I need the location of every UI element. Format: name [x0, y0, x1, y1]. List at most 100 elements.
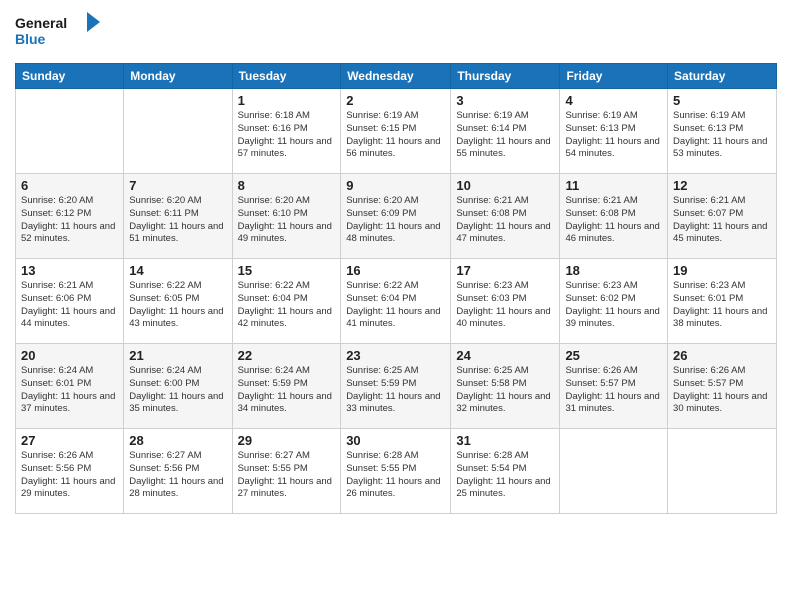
svg-text:Blue: Blue — [15, 31, 46, 47]
day-info: Sunrise: 6:25 AM Sunset: 5:58 PM Dayligh… — [456, 365, 554, 416]
day-number: 20 — [21, 348, 118, 363]
weekday-header: Tuesday — [232, 64, 341, 89]
day-info: Sunrise: 6:24 AM Sunset: 6:01 PM Dayligh… — [21, 365, 118, 416]
day-info: Sunrise: 6:22 AM Sunset: 6:04 PM Dayligh… — [238, 280, 336, 331]
day-number: 14 — [129, 263, 226, 278]
calendar-cell: 21 Sunrise: 6:24 AM Sunset: 6:00 PM Dayli… — [124, 344, 232, 429]
calendar-cell: 2 Sunrise: 6:19 AM Sunset: 6:15 PM Daylig… — [341, 89, 451, 174]
calendar-cell: 3 Sunrise: 6:19 AM Sunset: 6:14 PM Daylig… — [451, 89, 560, 174]
day-number: 13 — [21, 263, 118, 278]
day-info: Sunrise: 6:27 AM Sunset: 5:56 PM Dayligh… — [129, 450, 226, 501]
day-number: 30 — [346, 433, 445, 448]
calendar-week-row: 13 Sunrise: 6:21 AM Sunset: 6:06 PM Dayli… — [16, 259, 777, 344]
weekday-header: Saturday — [668, 64, 777, 89]
day-info: Sunrise: 6:26 AM Sunset: 5:56 PM Dayligh… — [21, 450, 118, 501]
calendar-cell: 22 Sunrise: 6:24 AM Sunset: 5:59 PM Dayli… — [232, 344, 341, 429]
calendar-cell: 27 Sunrise: 6:26 AM Sunset: 5:56 PM Dayli… — [16, 429, 124, 514]
calendar-cell: 4 Sunrise: 6:19 AM Sunset: 6:13 PM Daylig… — [560, 89, 668, 174]
day-info: Sunrise: 6:22 AM Sunset: 6:04 PM Dayligh… — [346, 280, 445, 331]
day-number: 27 — [21, 433, 118, 448]
calendar-header-row: SundayMondayTuesdayWednesdayThursdayFrid… — [16, 64, 777, 89]
day-info: Sunrise: 6:18 AM Sunset: 6:16 PM Dayligh… — [238, 110, 336, 161]
day-info: Sunrise: 6:24 AM Sunset: 6:00 PM Dayligh… — [129, 365, 226, 416]
calendar-cell: 20 Sunrise: 6:24 AM Sunset: 6:01 PM Dayli… — [16, 344, 124, 429]
day-info: Sunrise: 6:20 AM Sunset: 6:09 PM Dayligh… — [346, 195, 445, 246]
calendar-cell: 23 Sunrise: 6:25 AM Sunset: 5:59 PM Dayli… — [341, 344, 451, 429]
day-number: 25 — [565, 348, 662, 363]
day-number: 10 — [456, 178, 554, 193]
day-info: Sunrise: 6:20 AM Sunset: 6:11 PM Dayligh… — [129, 195, 226, 246]
day-number: 23 — [346, 348, 445, 363]
day-info: Sunrise: 6:27 AM Sunset: 5:55 PM Dayligh… — [238, 450, 336, 501]
calendar-cell: 16 Sunrise: 6:22 AM Sunset: 6:04 PM Dayli… — [341, 259, 451, 344]
day-number: 26 — [673, 348, 771, 363]
day-info: Sunrise: 6:21 AM Sunset: 6:08 PM Dayligh… — [456, 195, 554, 246]
weekday-header: Wednesday — [341, 64, 451, 89]
day-number: 7 — [129, 178, 226, 193]
calendar-cell: 18 Sunrise: 6:23 AM Sunset: 6:02 PM Dayli… — [560, 259, 668, 344]
day-info: Sunrise: 6:21 AM Sunset: 6:06 PM Dayligh… — [21, 280, 118, 331]
calendar-cell: 28 Sunrise: 6:27 AM Sunset: 5:56 PM Dayli… — [124, 429, 232, 514]
day-info: Sunrise: 6:22 AM Sunset: 6:05 PM Dayligh… — [129, 280, 226, 331]
day-info: Sunrise: 6:20 AM Sunset: 6:10 PM Dayligh… — [238, 195, 336, 246]
calendar-cell: 31Sunrise: 6:28 AM Sunset: 5:54 PM Dayli… — [451, 429, 560, 514]
logo-area: General Blue — [15, 10, 105, 57]
day-info: Sunrise: 6:28 AM Sunset: 5:55 PM Dayligh… — [346, 450, 445, 501]
day-number: 9 — [346, 178, 445, 193]
calendar-cell: 12Sunrise: 6:21 AM Sunset: 6:07 PM Dayli… — [668, 174, 777, 259]
calendar-cell: 29 Sunrise: 6:27 AM Sunset: 5:55 PM Dayli… — [232, 429, 341, 514]
logo: General Blue — [15, 10, 105, 57]
calendar-cell: 1 Sunrise: 6:18 AM Sunset: 6:16 PM Daylig… — [232, 89, 341, 174]
day-number: 12 — [673, 178, 771, 193]
day-info: Sunrise: 6:26 AM Sunset: 5:57 PM Dayligh… — [565, 365, 662, 416]
day-number: 18 — [565, 263, 662, 278]
calendar-cell: 17Sunrise: 6:23 AM Sunset: 6:03 PM Dayli… — [451, 259, 560, 344]
day-number: 29 — [238, 433, 336, 448]
weekday-header: Monday — [124, 64, 232, 89]
calendar-cell: 5Sunrise: 6:19 AM Sunset: 6:13 PM Daylig… — [668, 89, 777, 174]
day-number: 31 — [456, 433, 554, 448]
day-number: 21 — [129, 348, 226, 363]
day-number: 28 — [129, 433, 226, 448]
day-number: 22 — [238, 348, 336, 363]
calendar-cell: 24Sunrise: 6:25 AM Sunset: 5:58 PM Dayli… — [451, 344, 560, 429]
day-info: Sunrise: 6:24 AM Sunset: 5:59 PM Dayligh… — [238, 365, 336, 416]
day-number: 11 — [565, 178, 662, 193]
calendar-cell: 7 Sunrise: 6:20 AM Sunset: 6:11 PM Daylig… — [124, 174, 232, 259]
day-number: 17 — [456, 263, 554, 278]
calendar-cell: 13 Sunrise: 6:21 AM Sunset: 6:06 PM Dayli… — [16, 259, 124, 344]
day-info: Sunrise: 6:26 AM Sunset: 5:57 PM Dayligh… — [673, 365, 771, 416]
calendar-cell: 8 Sunrise: 6:20 AM Sunset: 6:10 PM Daylig… — [232, 174, 341, 259]
day-number: 4 — [565, 93, 662, 108]
calendar-cell: 10 Sunrise: 6:21 AM Sunset: 6:08 PM Dayli… — [451, 174, 560, 259]
day-info: Sunrise: 6:19 AM Sunset: 6:13 PM Dayligh… — [673, 110, 771, 161]
day-info: Sunrise: 6:19 AM Sunset: 6:13 PM Dayligh… — [565, 110, 662, 161]
calendar-cell: 26 Sunrise: 6:26 AM Sunset: 5:57 PM Dayli… — [668, 344, 777, 429]
day-number: 8 — [238, 178, 336, 193]
day-number: 3 — [456, 93, 554, 108]
calendar-cell: 11Sunrise: 6:21 AM Sunset: 6:08 PM Dayli… — [560, 174, 668, 259]
day-number: 1 — [238, 93, 336, 108]
calendar-cell: 14 Sunrise: 6:22 AM Sunset: 6:05 PM Dayli… — [124, 259, 232, 344]
day-info: Sunrise: 6:23 AM Sunset: 6:02 PM Dayligh… — [565, 280, 662, 331]
day-info: Sunrise: 6:25 AM Sunset: 5:59 PM Dayligh… — [346, 365, 445, 416]
calendar: SundayMondayTuesdayWednesdayThursdayFrid… — [15, 63, 777, 514]
day-info: Sunrise: 6:19 AM Sunset: 6:15 PM Dayligh… — [346, 110, 445, 161]
header: General Blue — [15, 10, 777, 57]
calendar-cell — [16, 89, 124, 174]
day-number: 16 — [346, 263, 445, 278]
day-number: 19 — [673, 263, 771, 278]
day-info: Sunrise: 6:19 AM Sunset: 6:14 PM Dayligh… — [456, 110, 554, 161]
calendar-cell: 15 Sunrise: 6:22 AM Sunset: 6:04 PM Dayli… — [232, 259, 341, 344]
svg-text:General: General — [15, 15, 67, 31]
calendar-cell — [124, 89, 232, 174]
calendar-week-row: 27 Sunrise: 6:26 AM Sunset: 5:56 PM Dayli… — [16, 429, 777, 514]
day-number: 15 — [238, 263, 336, 278]
calendar-cell: 6Sunrise: 6:20 AM Sunset: 6:12 PM Daylig… — [16, 174, 124, 259]
calendar-week-row: 1 Sunrise: 6:18 AM Sunset: 6:16 PM Daylig… — [16, 89, 777, 174]
day-number: 2 — [346, 93, 445, 108]
calendar-cell — [668, 429, 777, 514]
weekday-header: Friday — [560, 64, 668, 89]
weekday-header: Sunday — [16, 64, 124, 89]
calendar-week-row: 20 Sunrise: 6:24 AM Sunset: 6:01 PM Dayli… — [16, 344, 777, 429]
